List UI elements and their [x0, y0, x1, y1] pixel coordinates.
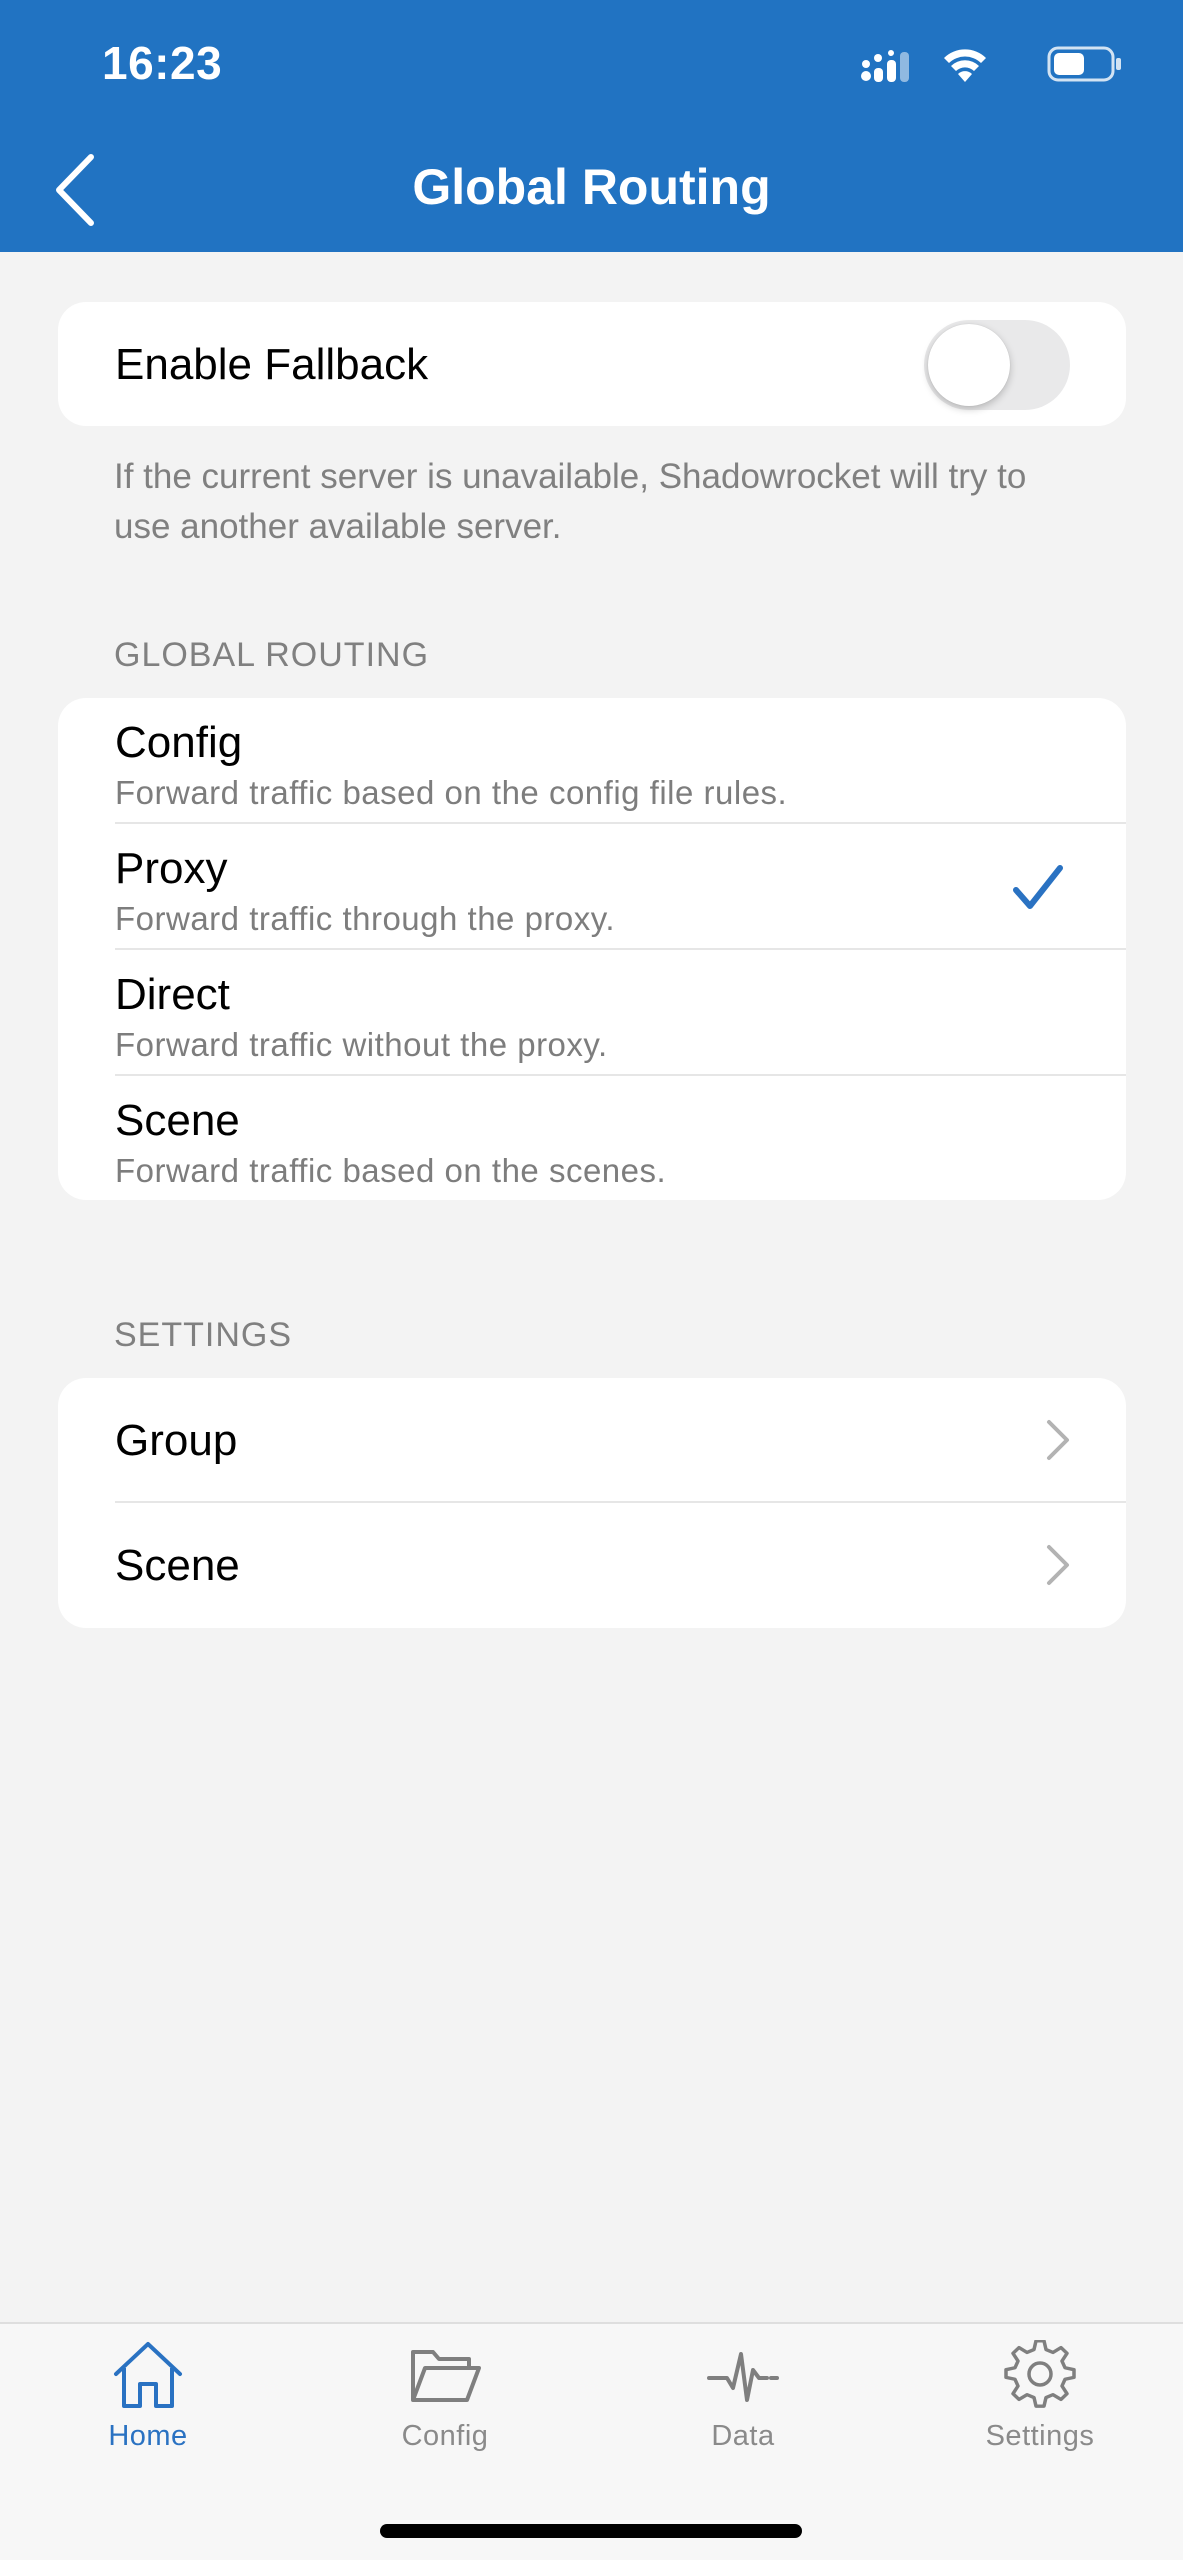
route-option-scene[interactable]: Scene Forward traffic based on the scene… [58, 1076, 1126, 1200]
tab-label: Home [108, 2420, 188, 2452]
route-option-title: Config [115, 718, 243, 767]
tab-data[interactable]: Data [643, 2340, 843, 2490]
route-option-title: Proxy [115, 844, 228, 893]
route-option-subtitle: Forward traffic without the proxy. [115, 1026, 608, 1063]
status-icons [823, 42, 1123, 86]
gear-icon [1004, 2340, 1076, 2408]
tab-settings[interactable]: Settings [940, 2340, 1140, 2490]
chevron-right-icon [1047, 1545, 1069, 1585]
home-icon [114, 2342, 182, 2408]
fallback-card: Enable Fallback [58, 302, 1126, 426]
tab-label: Data [711, 2420, 775, 2452]
home-indicator [380, 2524, 802, 2538]
tab-label: Settings [985, 2420, 1095, 2452]
route-option-config[interactable]: Config Forward traffic based on the conf… [58, 698, 1126, 824]
status-time: 16:23 [102, 37, 223, 89]
enable-fallback-toggle[interactable] [924, 320, 1070, 410]
tab-config[interactable]: Config [345, 2340, 545, 2490]
settings-card: Group Scene [58, 1378, 1126, 1628]
settings-item-scene[interactable]: Scene [58, 1503, 1126, 1628]
route-option-subtitle: Forward traffic based on the config file… [115, 774, 788, 811]
settings-item-group[interactable]: Group [58, 1378, 1126, 1503]
page-title: Global Routing [412, 159, 771, 215]
route-option-proxy[interactable]: Proxy Forward traffic through the proxy. [58, 824, 1126, 950]
route-option-subtitle: Forward traffic based on the scenes. [115, 1152, 667, 1189]
folder-icon [411, 2350, 481, 2402]
settings-item-label: Scene [115, 1541, 240, 1590]
wifi-icon [944, 49, 986, 82]
checkmark-icon [1013, 865, 1063, 909]
settings-item-label: Group [115, 1416, 238, 1465]
navigation-header: 16:23 Global Routing [0, 0, 1183, 252]
battery-icon [1047, 46, 1121, 82]
tab-label: Config [401, 2420, 489, 2452]
route-option-direct[interactable]: Direct Forward traffic without the proxy… [58, 950, 1126, 1076]
pulse-icon [707, 2352, 779, 2402]
route-option-title: Scene [115, 1096, 240, 1145]
enable-fallback-label: Enable Fallback [115, 340, 429, 389]
route-option-title: Direct [115, 970, 230, 1019]
section-header-global-routing: GLOBAL ROUTING [114, 636, 430, 674]
toggle-knob [928, 324, 1010, 406]
global-routing-card: Config Forward traffic based on the conf… [58, 698, 1126, 1200]
fallback-footnote: If the current server is unavailable, Sh… [114, 457, 1027, 546]
tab-home[interactable]: Home [48, 2340, 248, 2490]
route-option-subtitle: Forward traffic through the proxy. [115, 900, 615, 937]
cellular-signal-icon [861, 50, 909, 82]
chevron-right-icon [1047, 1420, 1069, 1460]
section-header-settings: SETTINGS [114, 1316, 293, 1354]
